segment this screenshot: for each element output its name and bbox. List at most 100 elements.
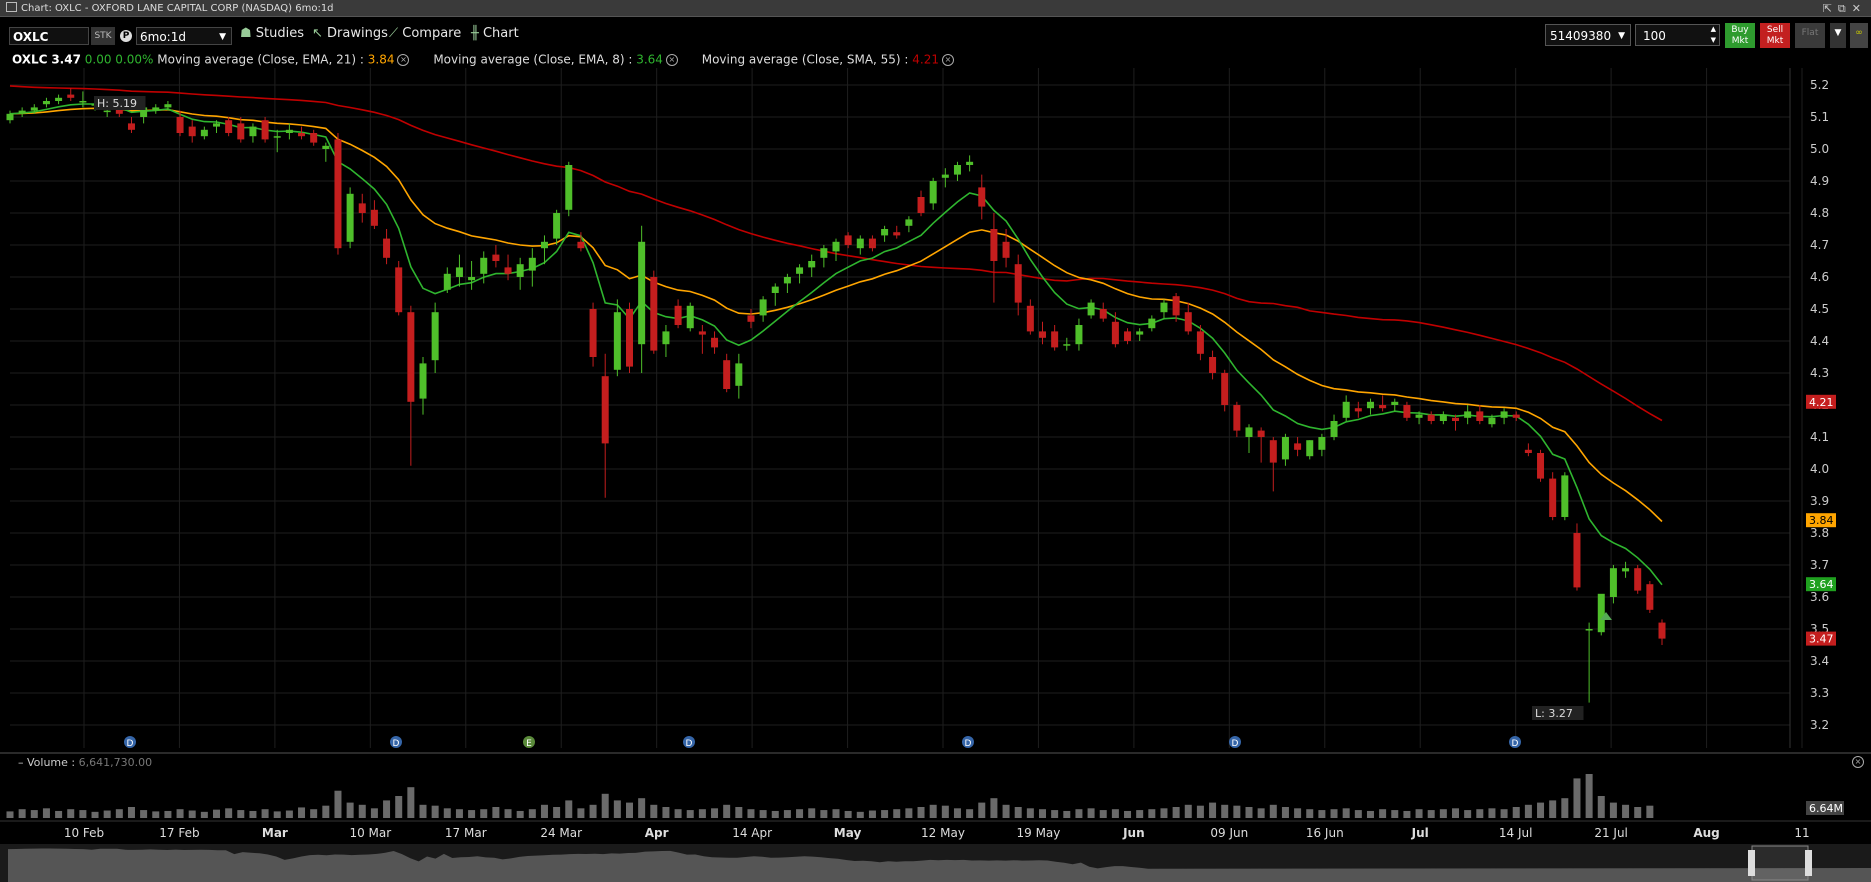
navigator-window[interactable] [1751,845,1809,881]
close-icon[interactable]: × [1852,756,1864,768]
date-axis-label: 10 Feb [64,826,104,840]
volume-bar [1148,809,1156,818]
candle-body [1330,421,1338,437]
candle-body [1221,373,1229,405]
volume-bar [152,811,160,818]
volume-bar [589,804,597,818]
candle-body [893,232,901,236]
date-axis-label: Apr [645,826,669,840]
volume-bar [1087,808,1095,818]
volume-bar [686,810,694,818]
price-tag: 3.84 [1809,514,1834,527]
date-axis-label: 14 Jul [1499,826,1533,840]
candle-body [783,277,791,284]
volume-bar [1172,807,1180,818]
volume-bar [1415,809,1423,818]
price-tag: 3.64 [1809,578,1834,591]
candle-body [322,145,330,149]
high-marker: H: 5.19 [97,97,137,110]
candle-body [1464,411,1472,418]
candle-body [1597,593,1605,633]
volume-bar [443,808,451,818]
price-tick-label: 5.0 [1810,142,1829,156]
volume-bar [188,810,196,818]
price-tick-label: 4.6 [1810,270,1829,284]
candle-body [443,273,451,290]
candle-body [953,165,961,175]
volume-bar [565,800,573,818]
volume-bar [1488,808,1496,818]
volume-bar [1512,807,1520,818]
volume-bar [1354,810,1362,818]
volume-bar [395,796,403,818]
candle-body [1148,318,1156,329]
volume-bar [516,810,524,818]
candle-body [103,110,111,113]
price-tag: 3.47 [1809,633,1834,646]
candle-body [1452,417,1459,421]
candle-body [528,257,536,271]
volume-bar [893,809,901,818]
volume-bar [1452,808,1459,818]
volume-bar [856,811,864,818]
candle-body [480,257,488,274]
candle-body [856,238,864,249]
volume-bar [407,787,415,818]
date-axis-label: Aug [1693,826,1719,840]
volume-bar [67,809,75,818]
volume-bar [832,809,840,818]
price-tick-label: 3.4 [1810,654,1829,668]
candle-body [662,331,670,345]
volume-bar [917,807,925,818]
candle-body [990,229,998,261]
volume-bar [1014,807,1022,818]
price-tick-label: 4.4 [1810,334,1829,348]
price-tag: 4.21 [1809,396,1834,409]
date-axis-label: 19 May [1016,826,1060,840]
candle-body [1269,440,1277,463]
volume-bar [1209,802,1217,818]
volume-bar [213,809,220,818]
date-axis-label: 17 Mar [445,826,487,840]
candle-body [468,277,476,281]
candle-body [1379,405,1387,409]
volume-bar [79,810,87,818]
candle-body [176,117,184,133]
volume-bar [674,809,682,818]
volume-bar [42,808,50,818]
candle-body [1099,309,1107,319]
candle-body [1609,568,1617,597]
candle-body [808,261,816,268]
candle-body [1184,312,1192,332]
candle-body [1257,430,1265,437]
date-axis-label: Jun [1122,826,1145,840]
navigator-handle-left[interactable] [1748,850,1755,876]
candle-body [152,107,160,111]
price-tick-label: 3.8 [1810,526,1829,540]
candle-body [771,286,779,293]
candle-body [1403,405,1411,418]
volume-bar [273,811,281,818]
volume-bar [1051,810,1059,818]
navigator-handle-right[interactable] [1805,850,1812,876]
candle-body [1075,325,1083,345]
price-tick-label: 4.7 [1810,238,1829,252]
volume-bar [1342,808,1350,818]
volume-bar [103,810,111,818]
candle-body [285,129,293,133]
volume-bar [808,808,816,818]
volume-bar [30,810,38,818]
candle-body [1537,453,1545,479]
volume-bar [1233,805,1241,818]
volume-bar [1634,807,1642,818]
volume-bar [370,808,378,818]
volume-bar [261,809,269,818]
price-chart[interactable]: 5.25.15.04.94.84.74.64.54.44.34.24.14.03… [0,0,1871,882]
price-tick-label: 3.2 [1810,718,1829,732]
price-tick-label: 4.9 [1810,174,1829,188]
candle-body [917,197,925,213]
volume-bar [528,809,536,818]
candle-body [674,305,682,325]
event-marker-label: D [686,739,693,749]
candle-body [1427,414,1435,421]
